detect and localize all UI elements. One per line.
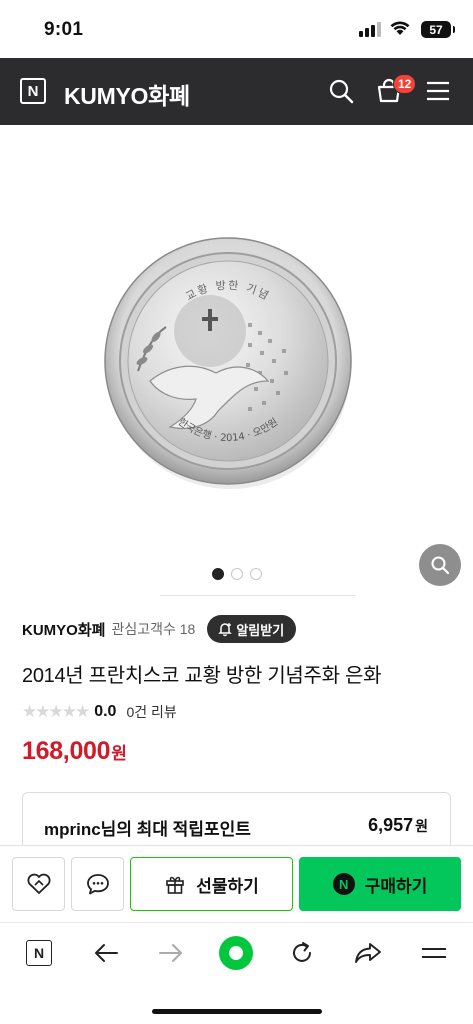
- pagination-dot[interactable]: [230, 568, 243, 580]
- product-title: 2014년 프란치스코 교황 방한 기념주화 은화: [22, 665, 382, 687]
- reward-points-unit: 원: [415, 818, 428, 834]
- follower-count: 관심고객수 18: [111, 621, 196, 637]
- coin-illustration: 교황 방한 기념 한국은행 · 2014 · 오만원: [104, 237, 352, 489]
- battery-indicator: 57: [421, 21, 455, 38]
- hamburger-menu-icon[interactable]: [414, 937, 454, 969]
- cart-count-badge: 12: [393, 74, 417, 94]
- browser-toolbar: N: [0, 922, 473, 1024]
- status-bar: 9:01 57: [0, 0, 473, 58]
- back-arrow-icon[interactable]: [86, 937, 126, 969]
- coin-product-image[interactable]: 교황 방한 기념 한국은행 · 2014 · 오만원: [98, 231, 358, 491]
- price-amount: 168,000: [22, 737, 111, 765]
- status-time: 9:01: [44, 19, 84, 40]
- product-price: 168,000 원: [22, 737, 127, 766]
- chat-bubble-icon: [86, 874, 109, 895]
- naver-home-letter: N: [26, 940, 52, 966]
- review-count[interactable]: 0건 리뷰: [126, 702, 176, 722]
- pagination-dot[interactable]: [249, 568, 262, 580]
- reload-icon[interactable]: [282, 937, 322, 969]
- cellular-signal-icon: [359, 22, 381, 37]
- rating-score: 0.0: [94, 703, 117, 720]
- naver-logo-button[interactable]: N: [20, 78, 46, 104]
- buy-button-label: 구매하기: [364, 876, 428, 896]
- seller-info: KUMYO화폐 관심고객수 18 알림받기: [22, 615, 297, 643]
- product-image-gallery[interactable]: 교황 방한 기념 한국은행 · 2014 · 오만원: [0, 125, 473, 596]
- pagination-dot[interactable]: [211, 568, 224, 580]
- talk-talk-button[interactable]: [71, 857, 124, 911]
- alarm-subscribe-button[interactable]: 알림받기: [207, 615, 297, 643]
- rating-summary[interactable]: ★★★★★ 0.0 0건 리뷰: [22, 702, 177, 722]
- magnifier-icon: [431, 556, 450, 575]
- store-header: N KUMYO화폐 12: [0, 58, 473, 125]
- alarm-button-label: 알림받기: [236, 622, 285, 638]
- reward-points-label: mprinc님의 최대 적립포인트: [44, 820, 251, 839]
- reward-points-value: 6,957 원: [368, 815, 428, 836]
- gift-button[interactable]: 선물하기: [130, 857, 293, 911]
- green-dot-icon[interactable]: [216, 936, 256, 970]
- star-rating-icon: ★★★★★: [22, 702, 90, 721]
- menu-icon[interactable]: [426, 80, 450, 102]
- reward-points-amount: 6,957: [368, 815, 414, 835]
- naver-home-icon[interactable]: N: [19, 937, 59, 969]
- purchase-action-bar: 선물하기 N 구매하기: [0, 845, 473, 922]
- forward-arrow-icon[interactable]: [151, 937, 191, 969]
- gift-icon: [166, 876, 185, 894]
- store-name[interactable]: KUMYO화폐: [64, 77, 190, 111]
- zoom-button[interactable]: [419, 544, 461, 586]
- buy-button[interactable]: N 구매하기: [299, 857, 461, 911]
- naver-logo-letter: N: [27, 82, 39, 100]
- bell-plus-icon: [218, 623, 233, 637]
- wifi-icon: [390, 21, 410, 35]
- gift-button-label: 선물하기: [196, 876, 259, 896]
- naver-pay-icon: N: [332, 873, 355, 895]
- seller-name[interactable]: KUMYO화폐: [22, 619, 105, 640]
- image-pagination: [0, 568, 473, 580]
- gallery-divider: [160, 595, 356, 596]
- wishlist-button[interactable]: [12, 857, 65, 911]
- battery-level: 57: [429, 22, 443, 37]
- price-unit: 원: [111, 744, 127, 763]
- home-indicator[interactable]: [152, 1009, 322, 1014]
- search-icon[interactable]: [328, 78, 354, 104]
- heart-icon: [27, 873, 50, 894]
- share-icon[interactable]: [348, 937, 388, 969]
